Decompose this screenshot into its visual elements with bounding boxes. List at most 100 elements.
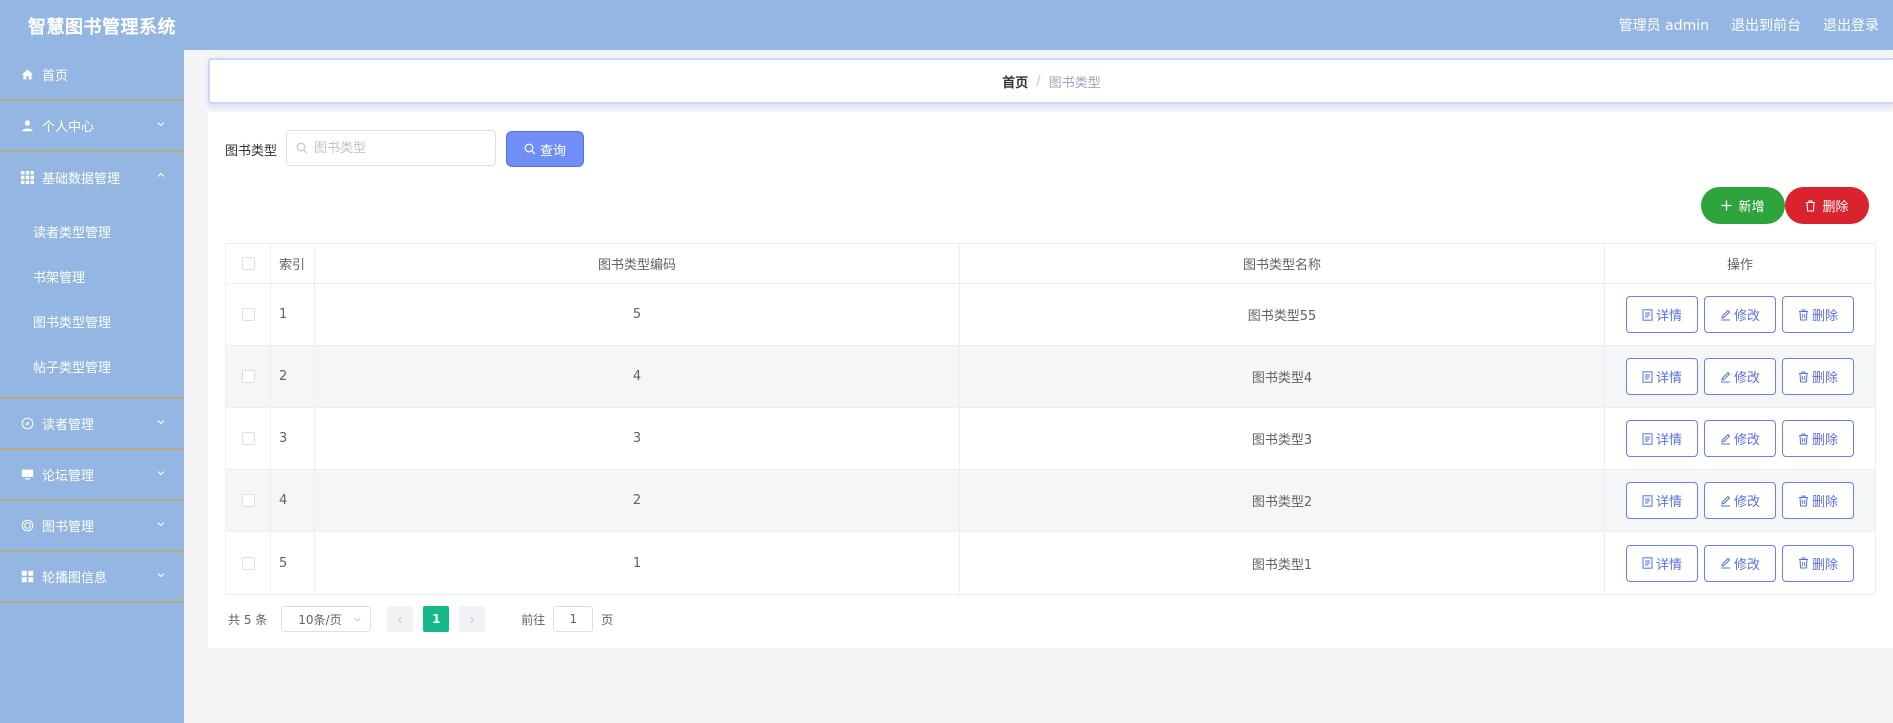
- sidebar-item-forum[interactable]: 论坛管理: [0, 450, 184, 501]
- goto-prefix: 前往: [521, 612, 546, 627]
- cell-index: 2: [271, 346, 315, 407]
- breadcrumb-current: 图书类型: [1048, 75, 1101, 91]
- detail-button[interactable]: 详情: [1626, 482, 1698, 519]
- delete-label: 删除: [1811, 495, 1838, 510]
- table-row: 2 4 图书类型4 详情 修改 删除: [226, 346, 1875, 408]
- sidebar-subitem-bookshelf[interactable]: 书架管理: [0, 256, 184, 301]
- sidebar-item-basic-data[interactable]: 基础数据管理: [0, 152, 184, 203]
- header-ops: 操作: [1726, 258, 1753, 273]
- delete-label: 删除: [1811, 433, 1838, 448]
- sidebar-item-label: 读者管理: [42, 418, 95, 433]
- app-title: 智慧图书管理系统: [28, 17, 176, 38]
- table-row: 5 1 图书类型1 详情 修改 删除: [226, 532, 1875, 594]
- edit-button[interactable]: 修改: [1704, 296, 1776, 333]
- header-name: 图书类型名称: [960, 244, 1605, 283]
- delete-button[interactable]: 删除: [1782, 358, 1854, 395]
- document-icon: [1642, 370, 1653, 383]
- edit-icon: [1720, 309, 1731, 320]
- logout-link[interactable]: 退出登录: [1823, 15, 1879, 35]
- edit-label: 修改: [1733, 557, 1760, 573]
- row-checkbox[interactable]: [241, 494, 255, 507]
- cell-ops: 详情 修改 删除: [1605, 408, 1875, 469]
- edit-icon: [1720, 495, 1731, 506]
- delete-button[interactable]: 删除: [1782, 482, 1854, 519]
- edit-label: 修改: [1733, 433, 1760, 448]
- delete-button[interactable]: 删除: [1782, 420, 1854, 457]
- breadcrumb-home[interactable]: 首页: [1002, 72, 1028, 91]
- row-checkbox[interactable]: [241, 432, 255, 445]
- edit-button[interactable]: 修改: [1704, 420, 1776, 457]
- row-checkbox[interactable]: [241, 308, 255, 321]
- table-header-row: 索引 图书类型编码 图书类型名称 操作: [226, 244, 1875, 284]
- sidebar-item-books[interactable]: 图书管理: [0, 501, 184, 552]
- delete-button[interactable]: 删除: [1782, 296, 1854, 333]
- sidebar-item-home[interactable]: 首页: [0, 50, 184, 101]
- add-button[interactable]: 新增: [1701, 187, 1785, 224]
- sidebar-item-carousel[interactable]: 轮播图信息: [0, 552, 184, 603]
- header-code: 图书类型编码: [315, 244, 960, 283]
- cell-name: 图书类型2: [960, 470, 1605, 531]
- prev-page-button[interactable]: [387, 606, 414, 632]
- admin-label: 管理员 admin: [1618, 18, 1709, 34]
- search-field[interactable]: [286, 130, 496, 166]
- query-button[interactable]: 查询: [506, 131, 584, 167]
- detail-button[interactable]: 详情: [1626, 420, 1698, 457]
- next-page-button[interactable]: [459, 606, 486, 632]
- cell-name: 图书类型1: [960, 532, 1605, 594]
- edit-label: 修改: [1733, 309, 1760, 324]
- goto-page-input[interactable]: [553, 606, 594, 632]
- apps-icon: [20, 570, 34, 584]
- pagination-total: 共 5 条: [228, 612, 268, 627]
- edit-label: 修改: [1733, 495, 1760, 510]
- add-button-label: 新增: [1738, 200, 1765, 215]
- sidebar-subitem-post-type[interactable]: 帖子类型管理: [0, 346, 184, 391]
- query-button-label: 查询: [539, 143, 566, 159]
- edit-icon: [1720, 371, 1731, 382]
- page-size-value: 10条/页: [298, 612, 342, 627]
- edit-button[interactable]: 修改: [1704, 544, 1776, 582]
- trash-icon: [1798, 309, 1808, 320]
- table-row: 1 5 图书类型55 详情 修改 删除: [226, 284, 1875, 346]
- detail-label: 详情: [1655, 433, 1682, 448]
- table-row: 3 3 图书类型3 详情 修改 删除: [226, 408, 1875, 470]
- trash-icon: [1798, 557, 1808, 569]
- search-input[interactable]: [314, 140, 484, 156]
- compass-icon: [20, 417, 34, 431]
- detail-button[interactable]: 详情: [1626, 544, 1698, 582]
- sidebar-subitem-book-type[interactable]: 图书类型管理: [0, 301, 184, 346]
- row-checkbox[interactable]: [241, 370, 255, 383]
- cell-ops: 详情 修改 删除: [1605, 470, 1875, 531]
- detail-button[interactable]: 详情: [1626, 296, 1698, 333]
- page-number-current[interactable]: 1: [423, 606, 450, 632]
- edit-icon: [1720, 557, 1731, 569]
- cell-name: 图书类型4: [960, 346, 1605, 407]
- delete-button[interactable]: 删除: [1782, 544, 1854, 582]
- detail-label: 详情: [1655, 557, 1682, 573]
- page-jumper: 前往 页: [521, 606, 613, 632]
- plus-icon: [1721, 200, 1732, 211]
- batch-delete-button[interactable]: 删除: [1785, 187, 1869, 224]
- select-all-checkbox[interactable]: [241, 257, 255, 270]
- cell-name: 图书类型3: [960, 408, 1605, 469]
- delete-label: 删除: [1811, 557, 1838, 573]
- cell-code: 2: [315, 470, 960, 531]
- sidebar-item-readers[interactable]: 读者管理: [0, 399, 184, 450]
- edit-button[interactable]: 修改: [1704, 482, 1776, 519]
- search-icon: [524, 143, 536, 155]
- row-checkbox[interactable]: [241, 556, 255, 570]
- target-icon: [20, 519, 34, 533]
- goto-suffix: 页: [601, 612, 614, 627]
- edit-button[interactable]: 修改: [1704, 358, 1776, 395]
- cell-ops: 详情 修改 删除: [1605, 284, 1875, 345]
- detail-button[interactable]: 详情: [1626, 358, 1698, 395]
- cell-index: 4: [271, 470, 315, 531]
- back-to-front-link[interactable]: 退出到前台: [1731, 15, 1801, 35]
- chevron-down-icon: [157, 573, 165, 578]
- sidebar-item-personal[interactable]: 个人中心: [0, 101, 184, 152]
- main-content: 图书类型 查询 新增 删除 索引 图书类型编码 图书类型名称 操作 15图书类型…: [208, 112, 1893, 648]
- chevron-left-icon: [398, 615, 402, 623]
- sidebar-item-label: 基础数据管理: [42, 172, 121, 187]
- sidebar-subitem-reader-type[interactable]: 读者类型管理: [0, 211, 184, 256]
- top-header: 智慧图书管理系统 管理员 admin 退出到前台 退出登录: [0, 0, 1893, 50]
- page-size-select[interactable]: 10条/页: [281, 606, 372, 632]
